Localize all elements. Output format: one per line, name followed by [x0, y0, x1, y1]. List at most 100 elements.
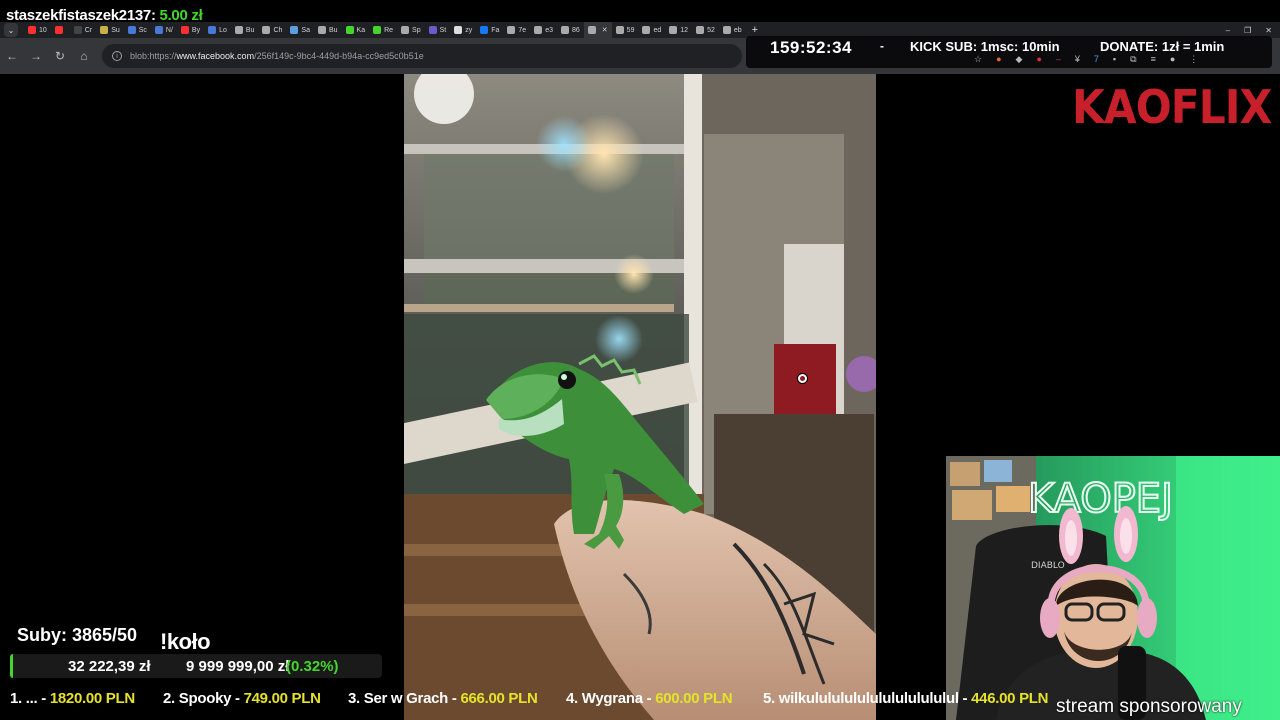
tab-label: ed: [653, 26, 662, 34]
tab-label: Lo: [219, 26, 227, 34]
browser-tab[interactable]: Sp: [397, 22, 425, 38]
tab-favicon-icon: [54, 26, 63, 34]
leaderboard-amount: 749.00 PLN: [243, 690, 321, 707]
goal-target: 9 999 999,00 zł: [186, 658, 290, 675]
subscriber-count: Suby: 3865/50: [17, 625, 138, 645]
browser-tab[interactable]: eb: [719, 22, 746, 38]
browser-tab[interactable]: Su: [96, 22, 124, 38]
stream-info-bar: 159:52:34 - KICK SUB: 1msc: 10min DONATE…: [746, 36, 1272, 68]
forward-icon[interactable]: →: [24, 49, 48, 63]
extension-icon[interactable]: ¥: [1075, 54, 1080, 65]
browser-tab[interactable]: 52: [692, 22, 719, 38]
tab-favicon-icon: [534, 26, 543, 34]
goal-percent: (0.32%): [286, 658, 339, 675]
donation-goal-fill: [10, 654, 13, 678]
tab-favicon-icon: [234, 26, 243, 34]
browser-tab[interactable]: Sa: [286, 22, 314, 38]
tab-label: zy: [465, 26, 473, 34]
extension-icon[interactable]: ▪: [1113, 54, 1116, 65]
extension-icon[interactable]: ◆: [1016, 54, 1023, 65]
tabs-container: 10 Cr Su Sc N/By Lo Bu Ch Sa Bu Ka Re Sp St zy Fa 7e e3 86…: [24, 22, 746, 38]
tab-search-button[interactable]: ⌄: [4, 23, 18, 37]
browser-tab[interactable]: Fa: [476, 22, 503, 38]
mouse-cursor-icon: [798, 374, 807, 383]
maximize-icon[interactable]: ❐: [1244, 26, 1251, 35]
tab-favicon-icon: [154, 26, 163, 34]
browser-tab[interactable]: Sc: [124, 22, 151, 38]
extension-icon[interactable]: ●: [996, 54, 1001, 65]
extension-icon[interactable]: –: [1056, 54, 1061, 65]
browser-tab[interactable]: Cr: [70, 22, 96, 38]
browser-tab[interactable]: Ka: [342, 22, 370, 38]
webcam-image: DIABLO KAOPEJ: [946, 456, 1280, 720]
tab-label: Re: [384, 26, 394, 34]
tab-favicon-icon: [290, 26, 299, 34]
new-tab-button[interactable]: +: [752, 24, 758, 36]
browser-tab[interactable]: 12: [665, 22, 692, 38]
tab-list-icon[interactable]: ≡: [1151, 54, 1156, 65]
profile-avatar-icon[interactable]: ●: [1170, 54, 1175, 65]
minimize-icon[interactable]: –: [1226, 26, 1230, 35]
back-icon[interactable]: ←: [0, 49, 24, 63]
leaderboard-amount: 1820.00 PLN: [49, 690, 135, 707]
browser-tab[interactable]: 10: [24, 22, 51, 38]
tab-label: Sa: [301, 26, 310, 34]
browser-tab[interactable]: e3: [530, 22, 557, 38]
browser-tab[interactable]: ✕: [583, 22, 612, 38]
lizard-photo: [404, 74, 876, 720]
home-icon[interactable]: ⌂: [72, 49, 96, 63]
browser-tab[interactable]: 86: [557, 22, 584, 38]
tab-favicon-icon: [507, 26, 516, 34]
extension-icon[interactable]: ●: [1036, 54, 1041, 65]
kaoflix-logo: KAOFLIX: [1072, 80, 1272, 134]
reload-icon[interactable]: ↻: [48, 49, 72, 63]
browser-tab[interactable]: [51, 22, 70, 38]
tab-label: 10: [39, 26, 47, 34]
browser-tab[interactable]: St: [425, 22, 451, 38]
tab-label: Su: [111, 26, 120, 34]
tab-favicon-icon: [428, 26, 437, 34]
tab-label: 12: [680, 26, 689, 34]
tab-label: Ch: [273, 26, 283, 34]
sponsored-stream-label: stream sponsorowany: [1056, 696, 1242, 717]
menu-kebab-icon[interactable]: ⋮: [1189, 54, 1198, 65]
browser-tab[interactable]: Re: [369, 22, 397, 38]
tab-favicon-icon: [480, 26, 489, 34]
browser-tab[interactable]: Bu: [314, 22, 342, 38]
leaderboard-rank-name: 4. Wygrana -: [566, 690, 656, 707]
tab-label: eb: [733, 26, 742, 34]
leaderboard-entry: 2. Spooky - 749.00 PLN: [163, 690, 321, 707]
tab-label: Sp: [412, 26, 421, 34]
browser-tab[interactable]: By: [177, 22, 204, 38]
kick-sub-rate: KICK SUB: 1msc: 10min: [910, 39, 1060, 54]
browser-tab[interactable]: Lo: [204, 22, 231, 38]
browser-tab[interactable]: zy: [450, 22, 476, 38]
browser-tab[interactable]: Bu: [231, 22, 259, 38]
tab-label: e3: [545, 26, 553, 34]
tab-favicon-icon: [587, 26, 596, 34]
tab-favicon-icon: [73, 26, 82, 34]
chair-brand-label: DIABLO: [1031, 561, 1065, 571]
site-info-icon[interactable]: i: [112, 51, 122, 61]
leaderboard-amount: 446.00 PLN: [971, 690, 1049, 707]
browser-tab[interactable]: Ch: [258, 22, 286, 38]
browser-tab[interactable]: ed: [638, 22, 665, 38]
extensions-puzzle-icon[interactable]: ⧉: [1130, 54, 1136, 65]
extension-icon[interactable]: 7: [1094, 54, 1099, 65]
tab-label: Sc: [138, 26, 147, 34]
tab-label: 7e: [518, 26, 527, 34]
bookmark-star-icon[interactable]: ☆: [974, 54, 982, 65]
tab-favicon-icon: [127, 26, 136, 34]
lizard-photo-image: [404, 74, 876, 720]
tab-label: Cr: [84, 26, 93, 34]
tab-favicon-icon: [722, 26, 731, 34]
close-tab-icon[interactable]: ✕: [602, 26, 608, 34]
browser-tab[interactable]: 59: [612, 22, 639, 38]
close-window-icon[interactable]: ✕: [1265, 26, 1272, 35]
donation-alert: staszekfistaszek2137: 5.00 zł: [6, 7, 203, 24]
tab-label: Bu: [245, 26, 255, 34]
leaderboard-rank-name: 3. Ser w Grach -: [348, 690, 461, 707]
browser-tab[interactable]: N/: [151, 22, 177, 38]
address-bar[interactable]: i blob:https://www.facebook.com/256f149c…: [102, 44, 742, 68]
browser-tab[interactable]: 7e: [503, 22, 530, 38]
